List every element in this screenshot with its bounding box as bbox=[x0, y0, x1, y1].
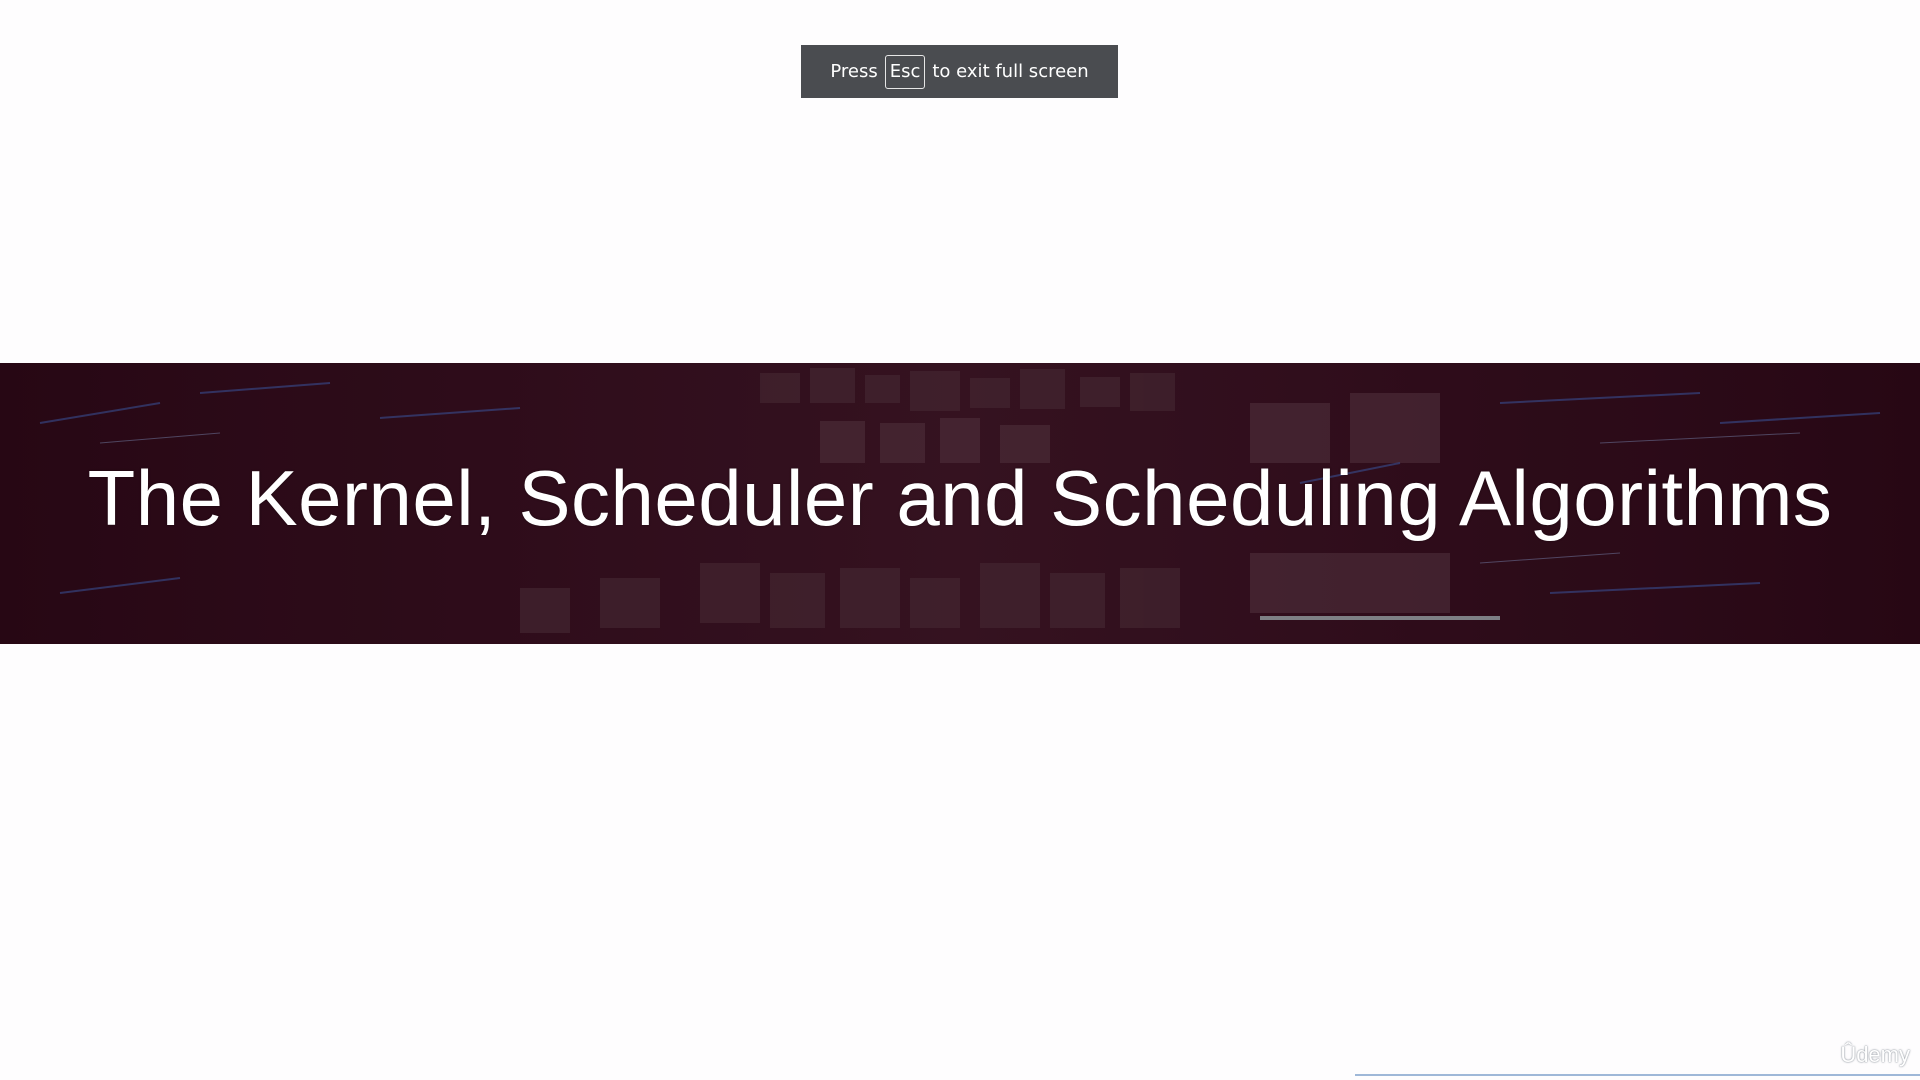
notice-suffix: to exit full screen bbox=[932, 61, 1089, 82]
fullscreen-exit-notice: Press Esc to exit full screen bbox=[801, 45, 1118, 98]
video-viewport[interactable]: Press Esc to exit full screen The Kernel… bbox=[0, 0, 1920, 1080]
esc-key-badge: Esc bbox=[884, 54, 926, 89]
notice-prefix: Press bbox=[830, 61, 878, 82]
watermark: Ûdemy bbox=[1355, 1036, 1920, 1076]
slide-title: The Kernel, Scheduler and Scheduling Alg… bbox=[87, 454, 1833, 542]
progress-line bbox=[1355, 1074, 1920, 1076]
slide-title-banner: The Kernel, Scheduler and Scheduling Alg… bbox=[0, 363, 1920, 644]
udemy-logo: Ûdemy bbox=[1840, 1042, 1910, 1067]
